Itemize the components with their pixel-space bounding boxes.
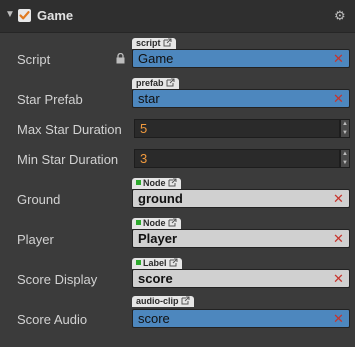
type-tag: Node	[132, 218, 181, 229]
property-row-player: Player Node Player ✕	[0, 216, 355, 256]
player-field[interactable]: Player ✕	[132, 229, 350, 248]
collapse-arrow-icon[interactable]: ▼	[5, 9, 15, 20]
stepper-up-icon[interactable]: ▲	[341, 120, 349, 128]
property-label: Score Display	[17, 272, 98, 287]
property-label: Max Star Duration	[17, 122, 122, 137]
star-prefab-field[interactable]: star ✕	[132, 89, 350, 108]
node-dot-icon	[136, 220, 141, 225]
field-value: star	[138, 91, 160, 106]
external-link-icon[interactable]	[166, 78, 175, 87]
type-tag: script	[132, 38, 176, 49]
score-audio-field[interactable]: score ✕	[132, 309, 350, 328]
min-star-duration-input[interactable]: 3	[134, 149, 340, 168]
type-tag: audio-clip	[132, 296, 194, 307]
property-label: Star Prefab	[17, 92, 83, 107]
close-icon[interactable]: ✕	[332, 312, 345, 325]
script-field[interactable]: Game ✕	[132, 49, 350, 68]
number-stepper[interactable]: ▲ ▼	[340, 119, 350, 138]
type-tag: prefab	[132, 78, 179, 89]
number-stepper[interactable]: ▲ ▼	[340, 149, 350, 168]
external-link-icon[interactable]	[168, 178, 177, 187]
score-display-field[interactable]: score ✕	[132, 269, 350, 288]
external-link-icon[interactable]	[163, 38, 172, 47]
field-value: ground	[138, 191, 183, 206]
stepper-down-icon[interactable]: ▼	[341, 129, 349, 137]
type-tag: Label	[132, 258, 182, 269]
node-dot-icon	[136, 180, 141, 185]
close-icon[interactable]: ✕	[332, 232, 345, 245]
close-icon[interactable]: ✕	[332, 272, 345, 285]
external-link-icon[interactable]	[181, 296, 190, 305]
lock-icon	[116, 53, 125, 64]
field-value: score	[138, 271, 173, 286]
checkmark-icon	[19, 11, 30, 20]
property-row-script: Script script Game ✕	[0, 34, 355, 74]
property-row-min-star-duration: Min Star Duration 3 ▲ ▼	[0, 148, 355, 172]
property-row-max-star-duration: Max Star Duration 5 ▲ ▼	[0, 118, 355, 142]
property-label: Player	[17, 232, 54, 247]
close-icon[interactable]: ✕	[332, 52, 345, 65]
component-title: Game	[37, 8, 74, 23]
gear-icon[interactable]: ⚙	[334, 8, 348, 23]
max-star-duration-input[interactable]: 5	[134, 119, 340, 138]
property-row-star-prefab: Star Prefab prefab star ✕	[0, 74, 355, 114]
field-value: Player	[138, 231, 178, 246]
component-enabled-checkbox[interactable]	[18, 9, 31, 22]
ground-field[interactable]: ground ✕	[132, 189, 350, 208]
close-icon[interactable]: ✕	[332, 192, 345, 205]
property-label: Score Audio	[17, 312, 88, 327]
field-value: score	[138, 311, 170, 326]
type-tag: Node	[132, 178, 181, 189]
property-label: Min Star Duration	[17, 152, 119, 167]
property-row-ground: Ground Node ground ✕	[0, 176, 355, 216]
stepper-up-icon[interactable]: ▲	[341, 150, 349, 158]
stepper-down-icon[interactable]: ▼	[341, 159, 349, 167]
property-label: Script	[17, 52, 51, 67]
node-dot-icon	[136, 260, 141, 265]
field-value: Game	[138, 51, 174, 66]
property-label: Ground	[17, 192, 61, 207]
property-row-score-audio: Score Audio audio-clip score ✕	[0, 296, 355, 336]
close-icon[interactable]: ✕	[332, 92, 345, 105]
external-link-icon[interactable]	[168, 218, 177, 227]
property-row-score-display: Score Display Label score ✕	[0, 256, 355, 296]
external-link-icon[interactable]	[169, 258, 178, 267]
component-header: ▼ Game ⚙	[0, 0, 355, 33]
